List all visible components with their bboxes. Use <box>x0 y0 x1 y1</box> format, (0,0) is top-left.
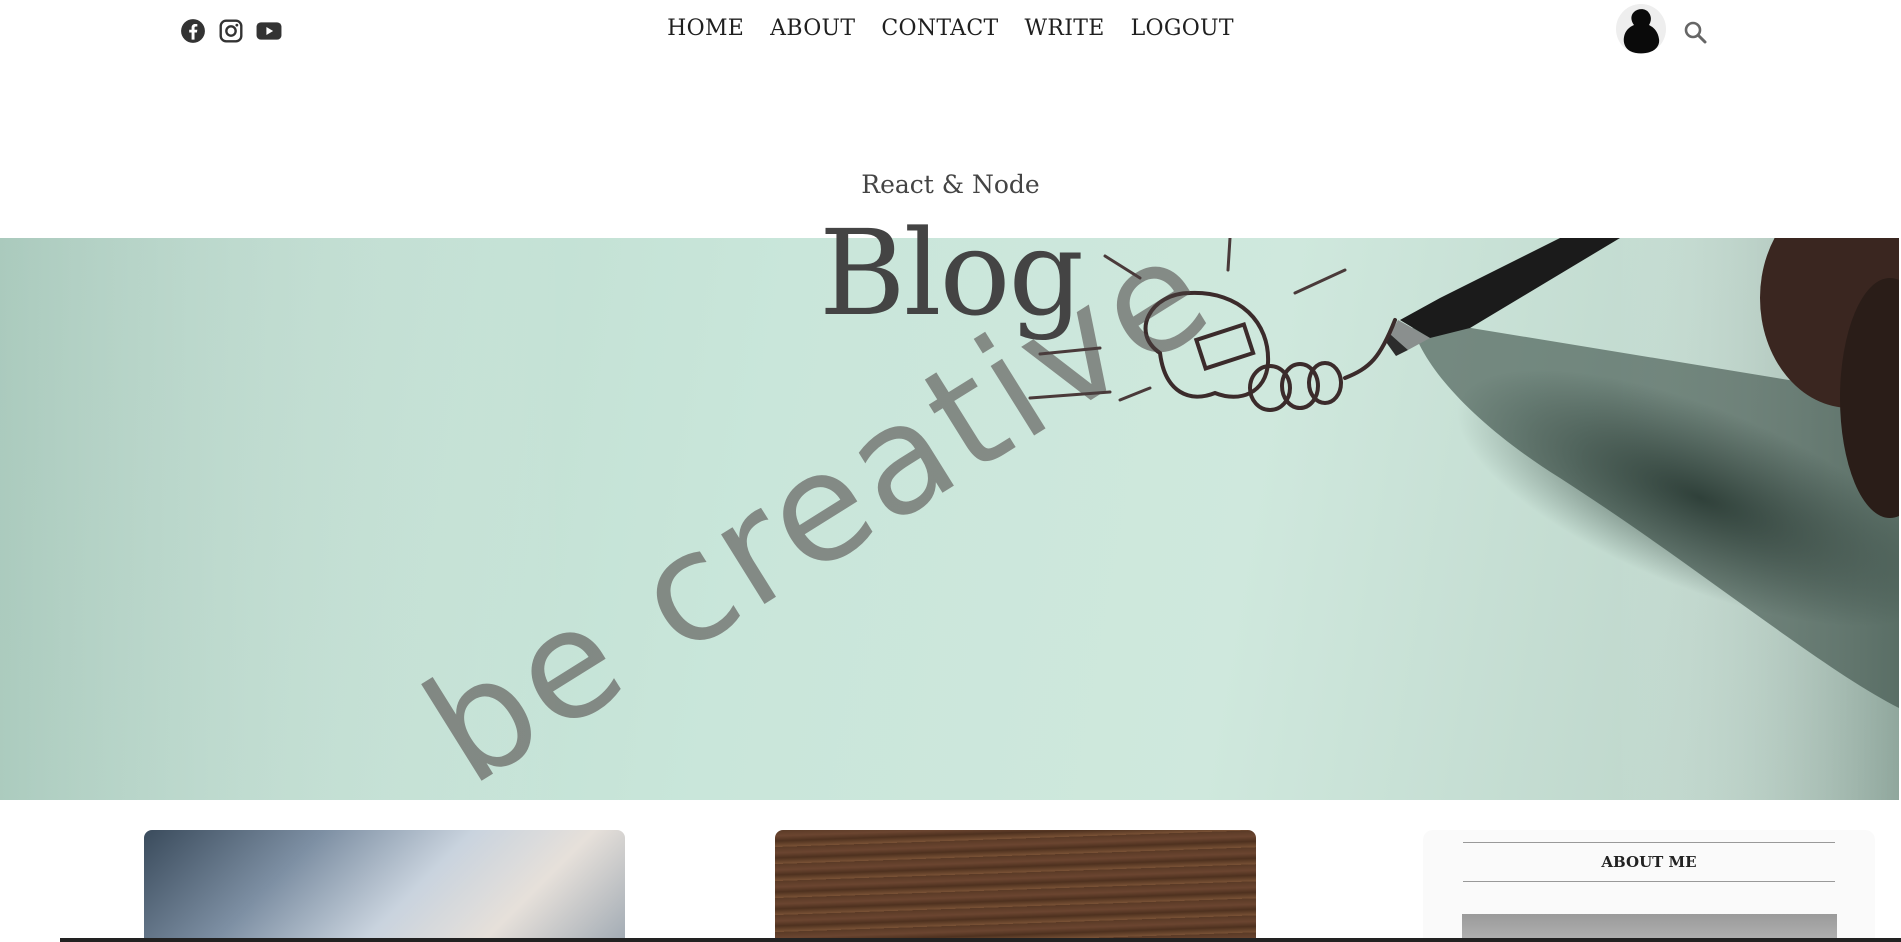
avatar-silhouette-icon <box>1616 4 1666 54</box>
top-bar: HOME ABOUT CONTACT WRITE LOGOUT <box>0 0 1901 64</box>
header-title: Blog <box>818 204 1084 342</box>
user-avatar[interactable] <box>1616 4 1666 54</box>
header-subtitle: React & Node <box>861 170 1040 199</box>
nav-item-logout[interactable]: LOGOUT <box>1131 16 1234 41</box>
horizontal-divider <box>60 938 1901 942</box>
search-icon[interactable] <box>1683 20 1707 44</box>
sidebar-title: ABOUT ME <box>1463 842 1835 882</box>
post-card-image-2[interactable] <box>775 830 1256 942</box>
nav-item-home[interactable]: HOME <box>667 16 744 41</box>
nav-item-about[interactable]: ABOUT <box>770 16 855 41</box>
post-card-image-1[interactable] <box>144 830 625 942</box>
nav-list: HOME ABOUT CONTACT WRITE LOGOUT <box>667 16 1234 41</box>
nav-item-contact[interactable]: CONTACT <box>881 16 998 41</box>
sidebar: ABOUT ME <box>1423 830 1875 942</box>
nav-item-write[interactable]: WRITE <box>1024 16 1104 41</box>
